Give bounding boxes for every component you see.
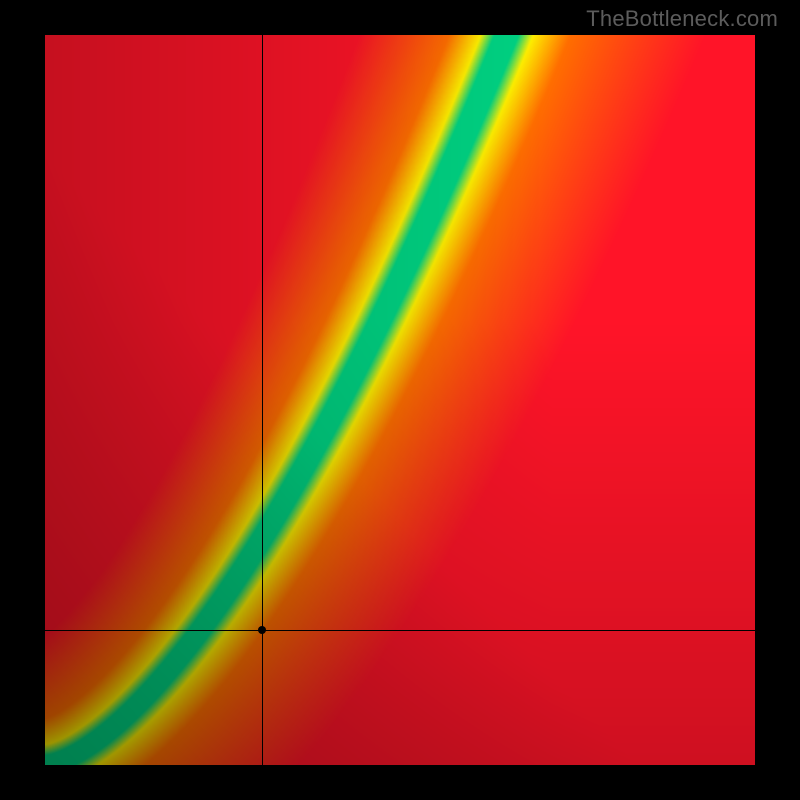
chart-frame: TheBottleneck.com [0,0,800,800]
heatmap-canvas [45,35,755,765]
watermark-text: TheBottleneck.com [586,6,778,32]
heatmap-plot [45,35,755,765]
data-point-marker [258,626,266,634]
crosshair-horizontal [45,630,755,631]
crosshair-vertical [262,35,263,765]
